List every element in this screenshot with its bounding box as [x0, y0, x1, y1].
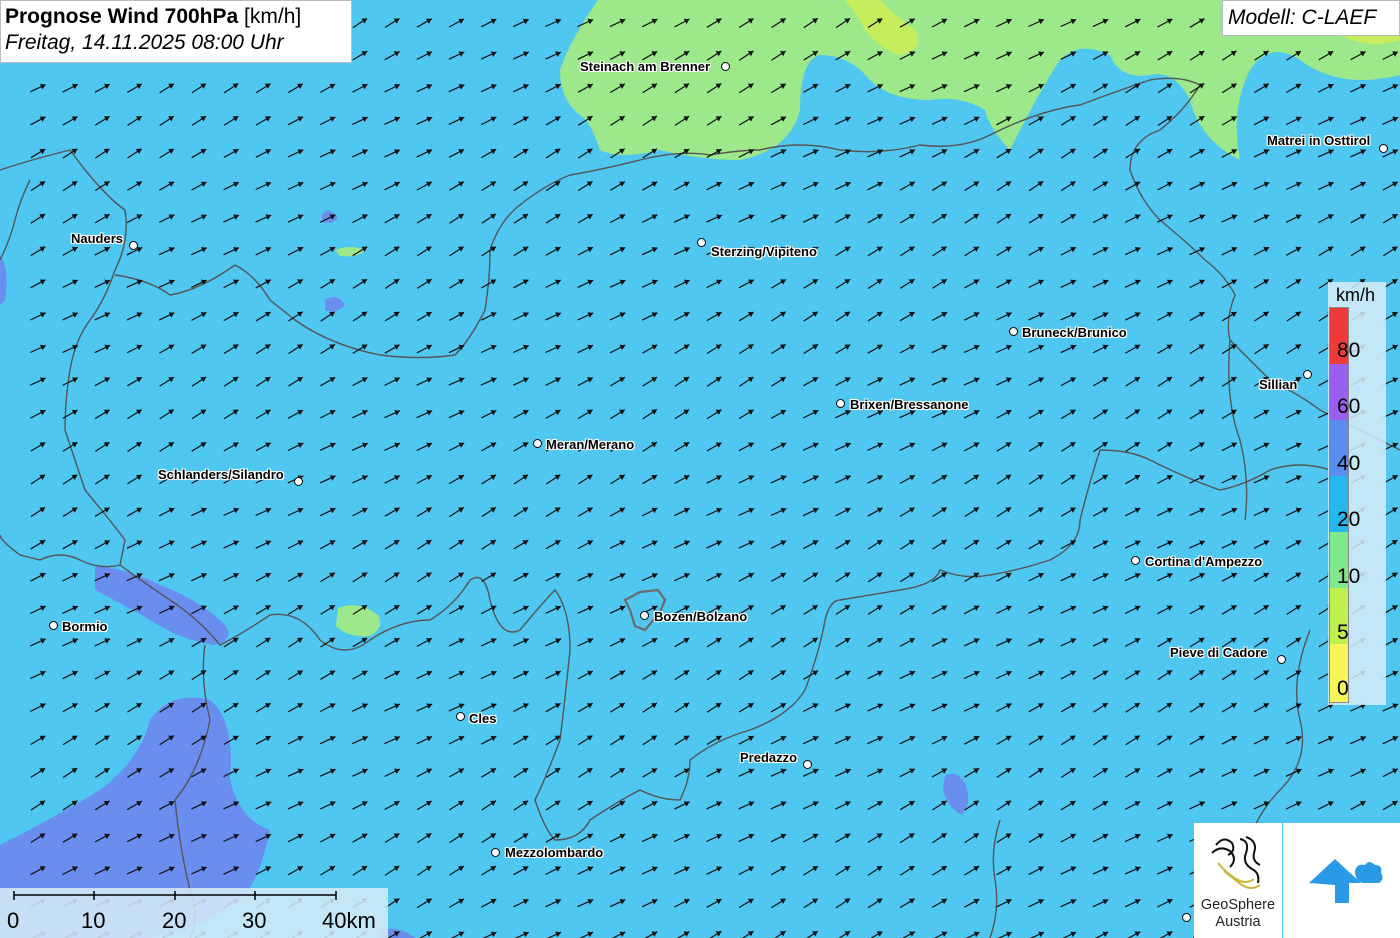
city-label[interactable]: Sillian [1259, 377, 1297, 392]
city-label[interactable]: Bruneck/Brunico [1022, 325, 1127, 340]
city-marker[interactable] [1009, 327, 1018, 336]
model-label: Modell: C-LAEF [1222, 0, 1400, 36]
partner-logo[interactable] [1283, 823, 1400, 938]
title: Prognose Wind 700hPa [km/h] [5, 4, 351, 30]
title-box: Prognose Wind 700hPa [km/h] Freitag, 14.… [0, 0, 352, 63]
city-marker[interactable] [1277, 655, 1286, 664]
city-marker[interactable] [836, 399, 845, 408]
geosphere-text: GeoSphere [1200, 897, 1276, 913]
scale-ruler [13, 891, 337, 900]
scale-label-10: 10 [81, 908, 106, 933]
city-marker[interactable] [1379, 144, 1388, 153]
title-main: Prognose Wind 700hPa [5, 5, 239, 28]
city-marker[interactable] [533, 439, 542, 448]
forecast-time: Freitag, 14.11.2025 08:00 Uhr [5, 31, 284, 54]
cloud-arrow-icon [1309, 859, 1383, 903]
city-label[interactable]: Bormio [62, 619, 108, 634]
city-label[interactable]: Cles [469, 711, 496, 726]
title-unit: [km/h] [244, 5, 302, 28]
city-label[interactable]: Bozen/Bolzano [654, 609, 747, 624]
city-marker[interactable] [1182, 913, 1191, 922]
city-marker[interactable] [49, 621, 58, 630]
legend-label-10: 10 [1337, 565, 1361, 588]
geosphere-logo[interactable]: GeoSphere Austria [1194, 823, 1282, 938]
legend-label-80: 80 [1337, 339, 1361, 362]
scale-label-20: 20 [162, 908, 187, 933]
city-label[interactable]: Mezzolombardo [505, 845, 603, 860]
color-legend: km/h 80 60 40 20 10 5 0 [1328, 282, 1386, 705]
city-label[interactable]: Pieve di Cadore [1170, 645, 1268, 660]
city-marker[interactable] [640, 611, 649, 620]
scale-bar: 0 10 20 30 40km [0, 888, 388, 938]
legend-label-5: 5 [1337, 621, 1349, 644]
city-marker[interactable] [721, 62, 730, 71]
city-marker[interactable] [294, 477, 303, 486]
city-marker[interactable] [1131, 556, 1140, 565]
austria-text: Austria [1215, 914, 1261, 930]
legend-label-40: 40 [1337, 452, 1361, 475]
scale-label-0: 0 [7, 908, 20, 933]
legend-label-0: 0 [1337, 677, 1349, 700]
city-marker[interactable] [456, 712, 465, 721]
city-label[interactable]: Schlanders/Silandro [158, 467, 284, 482]
scale-label-40km: 40km [322, 908, 376, 933]
city-label[interactable]: Brixen/Bressanone [850, 397, 969, 412]
city-marker[interactable] [803, 760, 812, 769]
city-marker[interactable] [491, 848, 500, 857]
geosphere-emblem-icon [1211, 836, 1261, 889]
city-label[interactable]: Matrei in Osttirol [1267, 133, 1370, 148]
city-label[interactable]: Sterzing/Vipiteno [711, 244, 817, 259]
city-label[interactable]: Steinach am Brenner [580, 59, 710, 74]
city-label[interactable]: Predazzo [740, 750, 797, 765]
legend-label-20: 20 [1337, 508, 1361, 531]
legend-label-60: 60 [1337, 395, 1361, 418]
city-marker[interactable] [129, 241, 138, 250]
city-label[interactable]: Nauders [71, 231, 123, 246]
legend-unit: km/h [1336, 285, 1376, 305]
city-label[interactable]: Meran/Merano [546, 437, 634, 452]
city-marker[interactable] [1303, 370, 1312, 379]
city-label[interactable]: Cortina d'Ampezzo [1145, 554, 1262, 569]
city-marker[interactable] [697, 238, 706, 247]
scale-label-30: 30 [242, 908, 267, 933]
